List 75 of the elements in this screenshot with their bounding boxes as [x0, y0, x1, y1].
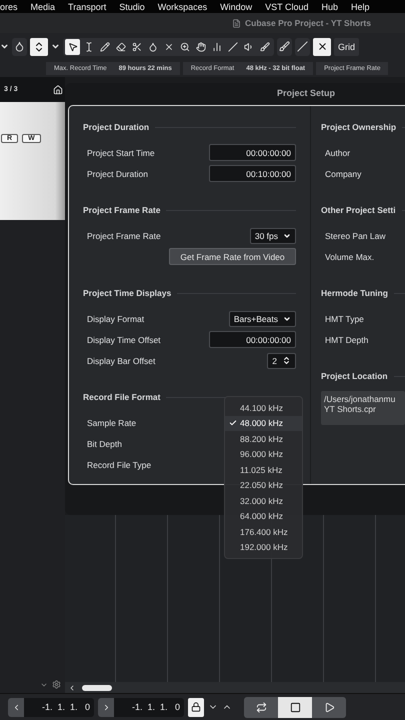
- menu-item[interactable]: Workspaces: [158, 2, 208, 12]
- cycle-icon[interactable]: [244, 696, 278, 718]
- menu-item[interactable]: Window: [220, 2, 252, 12]
- window-title: Cubase Pro Project - YT Shorts: [245, 18, 371, 28]
- menu-item[interactable]: VST Cloud: [265, 2, 308, 12]
- caret-icon[interactable]: [40, 681, 48, 689]
- setting-label: HMT Type: [325, 314, 364, 324]
- home-icon[interactable]: [53, 84, 63, 94]
- menu-option[interactable]: 11.025 kHz: [225, 462, 302, 478]
- play-icon[interactable]: [312, 696, 346, 718]
- setting-label: Author: [325, 148, 350, 158]
- get-frame-rate-button[interactable]: Get Frame Rate from Video: [169, 248, 296, 265]
- location-path: /Users/jonathanmu YT Shorts.cpr: [321, 391, 405, 425]
- stepper-icon: [282, 356, 291, 365]
- scroll-bar[interactable]: [65, 682, 405, 693]
- right-locator-icon[interactable]: [98, 698, 114, 716]
- document-icon: [232, 18, 241, 28]
- scroll-thumb[interactable]: [82, 684, 112, 690]
- menu-option[interactable]: 64.000 kHz: [225, 508, 302, 524]
- menu-option[interactable]: 88.200 kHz: [225, 431, 302, 446]
- menu-item[interactable]: Media: [30, 2, 56, 12]
- right-locator-field[interactable]: -1. 1. 1. 0: [98, 698, 184, 716]
- time-field[interactable]: 00:00:00:00: [209, 144, 296, 161]
- section-heading: Project Location: [321, 371, 388, 381]
- menu-item[interactable]: Studio: [119, 2, 145, 12]
- stop-icon[interactable]: [278, 696, 312, 718]
- menu-option[interactable]: 96.000 kHz: [225, 446, 302, 462]
- setting-label: Bit Depth: [87, 438, 122, 448]
- dialog-title: Project Setup: [276, 87, 336, 100]
- caret-icon: [283, 314, 291, 322]
- setting-label: Display Time Offset: [87, 334, 161, 344]
- caret-icon[interactable]: [51, 42, 60, 51]
- time-field[interactable]: 00:00:00:00: [209, 331, 296, 348]
- setting-label: Sample Rate: [87, 418, 136, 428]
- setting-label: Display Format: [87, 314, 144, 324]
- section-heading: Project Ownership: [321, 122, 396, 132]
- setting-label: HMT Depth: [325, 334, 368, 344]
- left-locator-field[interactable]: -1. 1. 1. 0: [8, 698, 94, 716]
- menu-option[interactable]: 44.100 kHz: [225, 400, 302, 416]
- menu-item[interactable]: Transport: [68, 2, 106, 12]
- number-spinner[interactable]: 2: [267, 352, 296, 368]
- scroll-left-icon[interactable]: [68, 684, 76, 692]
- menu-item[interactable]: Hub: [321, 2, 338, 12]
- section-heading: Record File Format: [83, 392, 160, 402]
- pointer-icon[interactable]: [65, 38, 80, 54]
- setting-label: Record File Type: [87, 460, 152, 470]
- setting-label: Stereo Pan Law: [325, 230, 386, 240]
- menu-item[interactable]: ores: [0, 2, 18, 12]
- check-icon: [229, 419, 237, 428]
- setting-label: Project Start Time: [87, 148, 155, 158]
- section-heading: Project Frame Rate: [83, 205, 160, 215]
- setting-label: Display Bar Offset: [87, 356, 156, 366]
- left-locator-icon[interactable]: [8, 698, 24, 716]
- menu-item[interactable]: Help: [351, 2, 370, 12]
- time-field[interactable]: 00:10:00:00: [209, 165, 296, 182]
- menu-option[interactable]: 32.000 kHz: [225, 493, 302, 508]
- grid-dropdown[interactable]: Grid: [334, 38, 360, 56]
- menu-option[interactable]: 192.000 kHz: [225, 540, 302, 555]
- menu-option[interactable]: 48.000 kHz: [225, 416, 302, 431]
- section-heading: Project Duration: [83, 122, 150, 132]
- caret-icon[interactable]: [0, 42, 9, 51]
- dropdown[interactable]: Bars+Beats: [228, 310, 296, 326]
- lock-icon[interactable]: [188, 698, 204, 716]
- section-heading: Project Time Displays: [83, 288, 172, 298]
- setting-label: Company: [325, 168, 362, 178]
- settings-icon[interactable]: [52, 680, 61, 689]
- section-heading: Other Project Setti: [321, 205, 396, 215]
- setting-label: Project Duration: [87, 168, 148, 178]
- menu-option[interactable]: 176.400 kHz: [225, 524, 302, 540]
- setting-label: Volume Max.: [325, 252, 374, 262]
- dropdown[interactable]: 30 fps: [250, 228, 296, 244]
- section-heading: Hermode Tuning: [321, 288, 388, 298]
- setting-label: Project Frame Rate: [87, 230, 161, 240]
- caret-icon: [283, 232, 291, 240]
- menu-option[interactable]: 22.050 kHz: [225, 478, 302, 493]
